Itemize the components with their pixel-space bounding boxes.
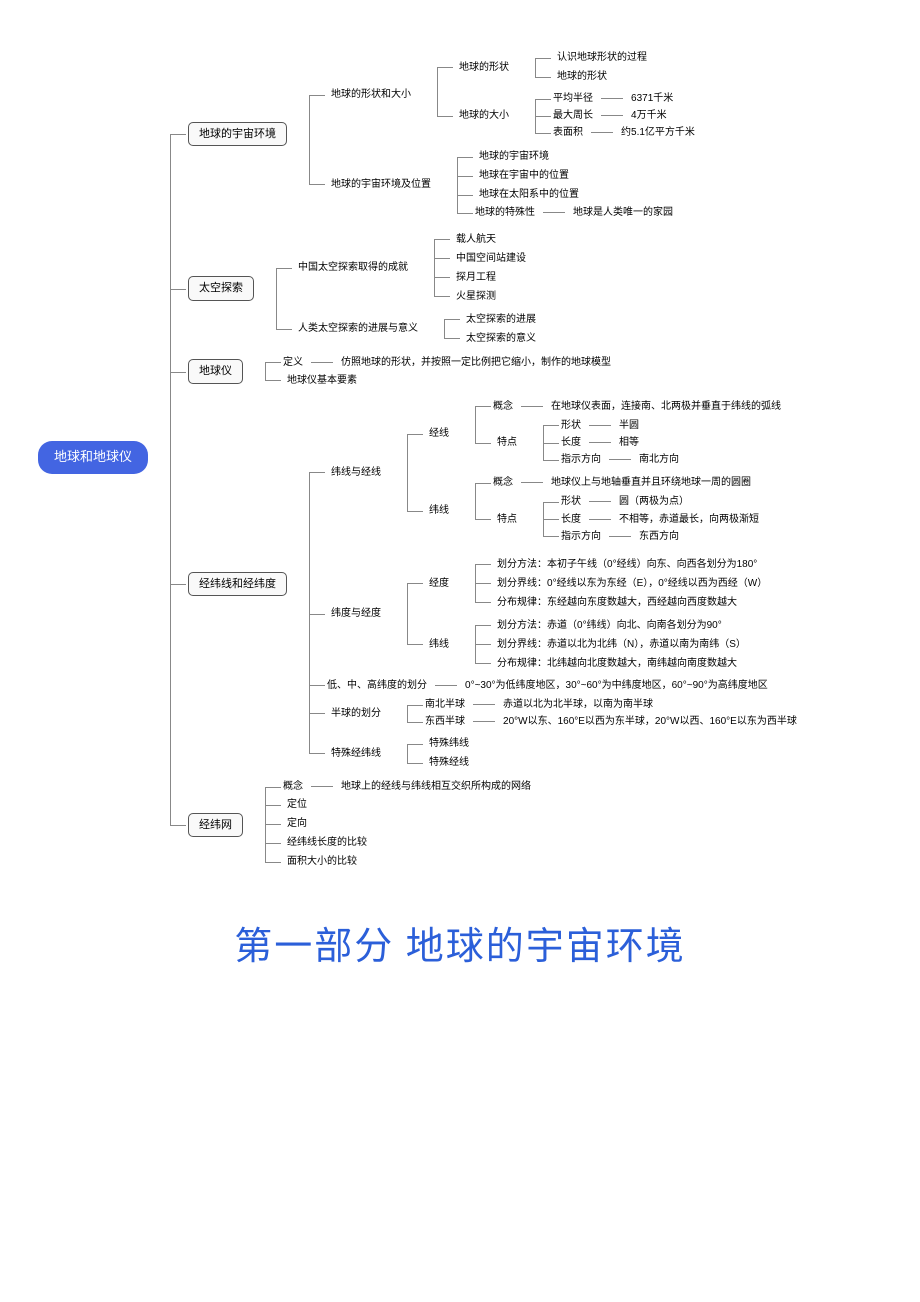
hemispheres: 半球的划分 <box>327 706 385 721</box>
leaf: 太空探索的意义 <box>462 331 540 346</box>
leaf: 太空探索的进展 <box>462 312 540 327</box>
leaf: 指示方向南北方向 <box>561 453 679 466</box>
shape-size: 地球的形状和大小 <box>327 87 415 102</box>
leaf: 地球的宇宙环境 <box>475 149 553 164</box>
earth-size: 地球的大小 <box>455 108 513 123</box>
branch-space-explore: 太空探索 <box>188 276 254 300</box>
leaf: 划分界线：赤道以北为北纬（N），赤道以南为南纬（S） <box>493 637 750 652</box>
leaf: 形状半圆 <box>561 419 639 432</box>
cosmic-env-pos: 地球的宇宙环境及位置 <box>327 177 435 192</box>
leaf: 面积大小的比较 <box>283 854 361 869</box>
lines: 纬线与经线 <box>327 465 385 480</box>
leaf: 长度不相等，赤道最长，向两极渐短 <box>561 513 759 526</box>
leaf: 分布规律：东经越向东度数越大，西经越向西度数越大 <box>493 595 741 610</box>
parallel: 纬线 <box>425 503 453 518</box>
page-title: 第一部分 地球的宇宙环境 <box>20 915 900 970</box>
leaf: 地球在太阳系中的位置 <box>475 187 583 202</box>
leaf: 表面积约5.1亿平方千米 <box>553 126 695 139</box>
leaf: 特殊经线 <box>425 755 473 770</box>
branch-lonlat: 经纬线和经纬度 <box>188 572 287 596</box>
leaf: 认识地球形状的过程 <box>553 50 651 65</box>
leaf: 定位 <box>283 797 311 812</box>
leaf: 划分方法：赤道（0°纬线）向北、向南各划分为90° <box>493 618 726 633</box>
leaf: 指示方向东西方向 <box>561 530 679 543</box>
leaf: 特殊纬线 <box>425 736 473 751</box>
branch-cosmic-env: 地球的宇宙环境 <box>188 122 287 146</box>
leaf: 概念在地球仪表面，连接南、北两极并垂直于纬线的弧线 <box>493 400 781 413</box>
branch-globe: 地球仪 <box>188 359 243 383</box>
leaf: 南北半球赤道以北为北半球，以南为南半球 <box>425 698 653 711</box>
features: 特点 <box>493 435 521 450</box>
latitude: 纬线 <box>425 637 453 652</box>
leaf: 形状圆（两极为点） <box>561 495 689 508</box>
human-exploration: 人类太空探索的进展与意义 <box>294 321 422 336</box>
root-node: 地球和地球仪 <box>38 441 148 474</box>
leaf: 地球在宇宙中的位置 <box>475 168 573 183</box>
leaf: 中国空间站建设 <box>452 251 530 266</box>
leaf: 定义仿照地球的形状，并按照一定比例把它缩小，制作的地球模型 <box>283 356 611 369</box>
degrees: 纬度与经度 <box>327 606 385 621</box>
leaf: 载人航天 <box>452 232 500 247</box>
leaf: 地球的特殊性地球是人类唯一的家园 <box>475 206 673 219</box>
leaf: 划分方法：本初子午线（0°经线）向东、向西各划分为180° <box>493 557 761 572</box>
leaf: 分布规律：北纬越向北度数越大，南纬越向南度数越大 <box>493 656 741 671</box>
leaf: 探月工程 <box>452 270 500 285</box>
mindmap: 地球和地球仪 地球的宇宙环境 地球的形状和大小 地球的形状 认识地球形状的过程 … <box>20 40 900 875</box>
leaf: 概念地球上的经线与纬线相互交织所构成的网络 <box>283 780 531 793</box>
leaf: 概念地球仪上与地轴垂直并且环绕地球一周的圆圈 <box>493 476 751 489</box>
branch-graticule: 经纬网 <box>188 813 243 837</box>
leaf: 平均半径6371千米 <box>553 92 673 105</box>
leaf: 东西半球20°W以东、160°E以西为东半球，20°W以西、160°E以东为西半… <box>425 715 797 728</box>
leaf: 长度相等 <box>561 436 639 449</box>
china-achievements: 中国太空探索取得的成就 <box>294 260 412 275</box>
leaf: 最大周长4万千米 <box>553 109 667 122</box>
leaf: 经纬线长度的比较 <box>283 835 371 850</box>
leaf: 划分界线：0°经线以东为东经（E），0°经线以西为西经（W） <box>493 576 771 591</box>
leaf: 低、中、高纬度的划分0°~30°为低纬度地区，30°~60°为中纬度地区，60°… <box>327 679 768 692</box>
special-lines: 特殊经纬线 <box>327 746 385 761</box>
meridian: 经线 <box>425 426 453 441</box>
leaf: 火星探测 <box>452 289 500 304</box>
leaf: 定向 <box>283 816 311 831</box>
leaf: 地球仪基本要素 <box>283 373 361 388</box>
earth-shape: 地球的形状 <box>455 60 513 75</box>
features: 特点 <box>493 512 521 527</box>
longitude: 经度 <box>425 576 453 591</box>
leaf: 地球的形状 <box>553 69 611 84</box>
